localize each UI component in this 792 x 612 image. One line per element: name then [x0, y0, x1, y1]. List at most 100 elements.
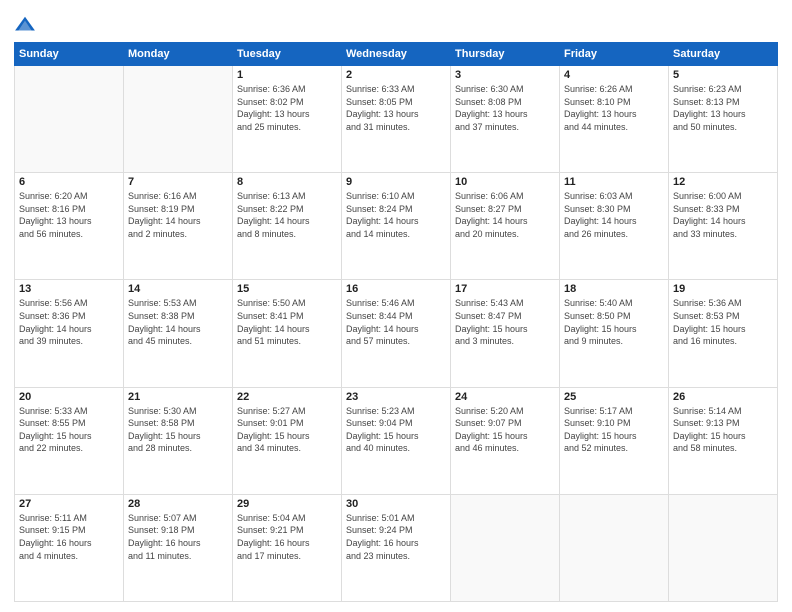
day-cell: 1 Sunrise: 6:36 AM Sunset: 8:02 PM Daylig… — [233, 66, 342, 173]
week-row-4: 20Sunrise: 5:33 AM Sunset: 8:55 PM Dayli… — [15, 387, 778, 494]
day-info: Sunrise: 6:23 AM Sunset: 8:13 PM Dayligh… — [673, 83, 773, 133]
day-number: 18 — [564, 283, 664, 295]
logo-icon — [14, 14, 36, 36]
day-number: 7 — [128, 176, 228, 188]
header — [14, 10, 778, 36]
day-cell: 6 Sunrise: 6:20 AM Sunset: 8:16 PM Daylig… — [15, 173, 124, 280]
week-row-2: 6 Sunrise: 6:20 AM Sunset: 8:16 PM Daylig… — [15, 173, 778, 280]
day-cell: 11 Sunrise: 6:03 AM Sunset: 8:30 PM Dayli… — [560, 173, 669, 280]
day-info: Sunrise: 5:01 AM Sunset: 9:24 PM Dayligh… — [346, 512, 446, 562]
day-cell: 4 Sunrise: 6:26 AM Sunset: 8:10 PM Daylig… — [560, 66, 669, 173]
day-number: 8 — [237, 176, 337, 188]
day-number: 4 — [564, 69, 664, 81]
day-info: Sunrise: 5:50 AM Sunset: 8:41 PM Dayligh… — [237, 297, 337, 347]
day-cell: 5 Sunrise: 6:23 AM Sunset: 8:13 PM Daylig… — [669, 66, 778, 173]
day-number: 17 — [455, 283, 555, 295]
day-info: Sunrise: 5:40 AM Sunset: 8:50 PM Dayligh… — [564, 297, 664, 347]
day-number: 19 — [673, 283, 773, 295]
day-cell — [560, 494, 669, 601]
day-cell: 12 Sunrise: 6:00 AM Sunset: 8:33 PM Dayli… — [669, 173, 778, 280]
day-cell: 18 Sunrise: 5:40 AM Sunset: 8:50 PM Dayli… — [560, 280, 669, 387]
logo — [14, 14, 38, 36]
weekday-header-sunday: Sunday — [15, 43, 124, 66]
day-number: 2 — [346, 69, 446, 81]
weekday-header-row: SundayMondayTuesdayWednesdayThursdayFrid… — [15, 43, 778, 66]
day-cell — [15, 66, 124, 173]
day-info: Sunrise: 5:43 AM Sunset: 8:47 PM Dayligh… — [455, 297, 555, 347]
day-info: Sunrise: 6:20 AM Sunset: 8:16 PM Dayligh… — [19, 190, 119, 240]
day-cell: 14Sunrise: 5:53 AM Sunset: 8:38 PM Dayli… — [124, 280, 233, 387]
day-info: Sunrise: 5:20 AM Sunset: 9:07 PM Dayligh… — [455, 405, 555, 455]
day-number: 26 — [673, 391, 773, 403]
day-number: 6 — [19, 176, 119, 188]
day-cell: 29 Sunrise: 5:04 AM Sunset: 9:21 PM Dayli… — [233, 494, 342, 601]
weekday-header-monday: Monday — [124, 43, 233, 66]
day-cell: 27 Sunrise: 5:11 AM Sunset: 9:15 PM Dayli… — [15, 494, 124, 601]
day-info: Sunrise: 5:30 AM Sunset: 8:58 PM Dayligh… — [128, 405, 228, 455]
day-number: 24 — [455, 391, 555, 403]
day-number: 23 — [346, 391, 446, 403]
day-cell: 22 Sunrise: 5:27 AM Sunset: 9:01 PM Dayli… — [233, 387, 342, 494]
day-info: Sunrise: 6:16 AM Sunset: 8:19 PM Dayligh… — [128, 190, 228, 240]
day-info: Sunrise: 5:36 AM Sunset: 8:53 PM Dayligh… — [673, 297, 773, 347]
day-info: Sunrise: 5:17 AM Sunset: 9:10 PM Dayligh… — [564, 405, 664, 455]
day-info: Sunrise: 5:14 AM Sunset: 9:13 PM Dayligh… — [673, 405, 773, 455]
day-info: Sunrise: 6:00 AM Sunset: 8:33 PM Dayligh… — [673, 190, 773, 240]
day-info: Sunrise: 5:27 AM Sunset: 9:01 PM Dayligh… — [237, 405, 337, 455]
day-cell: 9Sunrise: 6:10 AM Sunset: 8:24 PM Daylig… — [342, 173, 451, 280]
day-cell: 19 Sunrise: 5:36 AM Sunset: 8:53 PM Dayli… — [669, 280, 778, 387]
day-cell: 2 Sunrise: 6:33 AM Sunset: 8:05 PM Daylig… — [342, 66, 451, 173]
calendar-table: SundayMondayTuesdayWednesdayThursdayFrid… — [14, 42, 778, 602]
day-info: Sunrise: 5:56 AM Sunset: 8:36 PM Dayligh… — [19, 297, 119, 347]
day-cell: 21 Sunrise: 5:30 AM Sunset: 8:58 PM Dayli… — [124, 387, 233, 494]
day-cell: 17 Sunrise: 5:43 AM Sunset: 8:47 PM Dayli… — [451, 280, 560, 387]
day-info: Sunrise: 6:03 AM Sunset: 8:30 PM Dayligh… — [564, 190, 664, 240]
day-number: 21 — [128, 391, 228, 403]
day-number: 28 — [128, 498, 228, 510]
day-info: Sunrise: 5:23 AM Sunset: 9:04 PM Dayligh… — [346, 405, 446, 455]
weekday-header-thursday: Thursday — [451, 43, 560, 66]
day-number: 15 — [237, 283, 337, 295]
day-cell: 28 Sunrise: 5:07 AM Sunset: 9:18 PM Dayli… — [124, 494, 233, 601]
day-info: Sunrise: 6:30 AM Sunset: 8:08 PM Dayligh… — [455, 83, 555, 133]
day-number: 25 — [564, 391, 664, 403]
day-number: 1 — [237, 69, 337, 81]
week-row-5: 27 Sunrise: 5:11 AM Sunset: 9:15 PM Dayli… — [15, 494, 778, 601]
day-cell: 26 Sunrise: 5:14 AM Sunset: 9:13 PM Dayli… — [669, 387, 778, 494]
page: SundayMondayTuesdayWednesdayThursdayFrid… — [0, 0, 792, 612]
day-info: Sunrise: 6:06 AM Sunset: 8:27 PM Dayligh… — [455, 190, 555, 240]
weekday-header-tuesday: Tuesday — [233, 43, 342, 66]
day-info: Sunrise: 5:11 AM Sunset: 9:15 PM Dayligh… — [19, 512, 119, 562]
day-cell — [124, 66, 233, 173]
day-cell: 13 Sunrise: 5:56 AM Sunset: 8:36 PM Dayli… — [15, 280, 124, 387]
day-info: Sunrise: 5:46 AM Sunset: 8:44 PM Dayligh… — [346, 297, 446, 347]
day-cell: 23 Sunrise: 5:23 AM Sunset: 9:04 PM Dayli… — [342, 387, 451, 494]
day-cell — [451, 494, 560, 601]
day-number: 27 — [19, 498, 119, 510]
day-number: 5 — [673, 69, 773, 81]
day-info: Sunrise: 6:26 AM Sunset: 8:10 PM Dayligh… — [564, 83, 664, 133]
day-cell — [669, 494, 778, 601]
week-row-1: 1 Sunrise: 6:36 AM Sunset: 8:02 PM Daylig… — [15, 66, 778, 173]
day-number: 29 — [237, 498, 337, 510]
day-number: 22 — [237, 391, 337, 403]
weekday-header-friday: Friday — [560, 43, 669, 66]
day-info: Sunrise: 5:04 AM Sunset: 9:21 PM Dayligh… — [237, 512, 337, 562]
day-number: 12 — [673, 176, 773, 188]
day-info: Sunrise: 6:33 AM Sunset: 8:05 PM Dayligh… — [346, 83, 446, 133]
day-cell: 16Sunrise: 5:46 AM Sunset: 8:44 PM Dayli… — [342, 280, 451, 387]
day-cell: 30 Sunrise: 5:01 AM Sunset: 9:24 PM Dayli… — [342, 494, 451, 601]
day-cell: 10Sunrise: 6:06 AM Sunset: 8:27 PM Dayli… — [451, 173, 560, 280]
day-info: Sunrise: 5:07 AM Sunset: 9:18 PM Dayligh… — [128, 512, 228, 562]
day-cell: 25 Sunrise: 5:17 AM Sunset: 9:10 PM Dayli… — [560, 387, 669, 494]
day-cell: 24 Sunrise: 5:20 AM Sunset: 9:07 PM Dayli… — [451, 387, 560, 494]
day-number: 11 — [564, 176, 664, 188]
day-number: 30 — [346, 498, 446, 510]
weekday-header-wednesday: Wednesday — [342, 43, 451, 66]
day-number: 13 — [19, 283, 119, 295]
day-info: Sunrise: 5:33 AM Sunset: 8:55 PM Dayligh… — [19, 405, 119, 455]
week-row-3: 13 Sunrise: 5:56 AM Sunset: 8:36 PM Dayli… — [15, 280, 778, 387]
day-cell: 8 Sunrise: 6:13 AM Sunset: 8:22 PM Daylig… — [233, 173, 342, 280]
day-info: Sunrise: 6:13 AM Sunset: 8:22 PM Dayligh… — [237, 190, 337, 240]
day-info: Sunrise: 6:36 AM Sunset: 8:02 PM Dayligh… — [237, 83, 337, 133]
